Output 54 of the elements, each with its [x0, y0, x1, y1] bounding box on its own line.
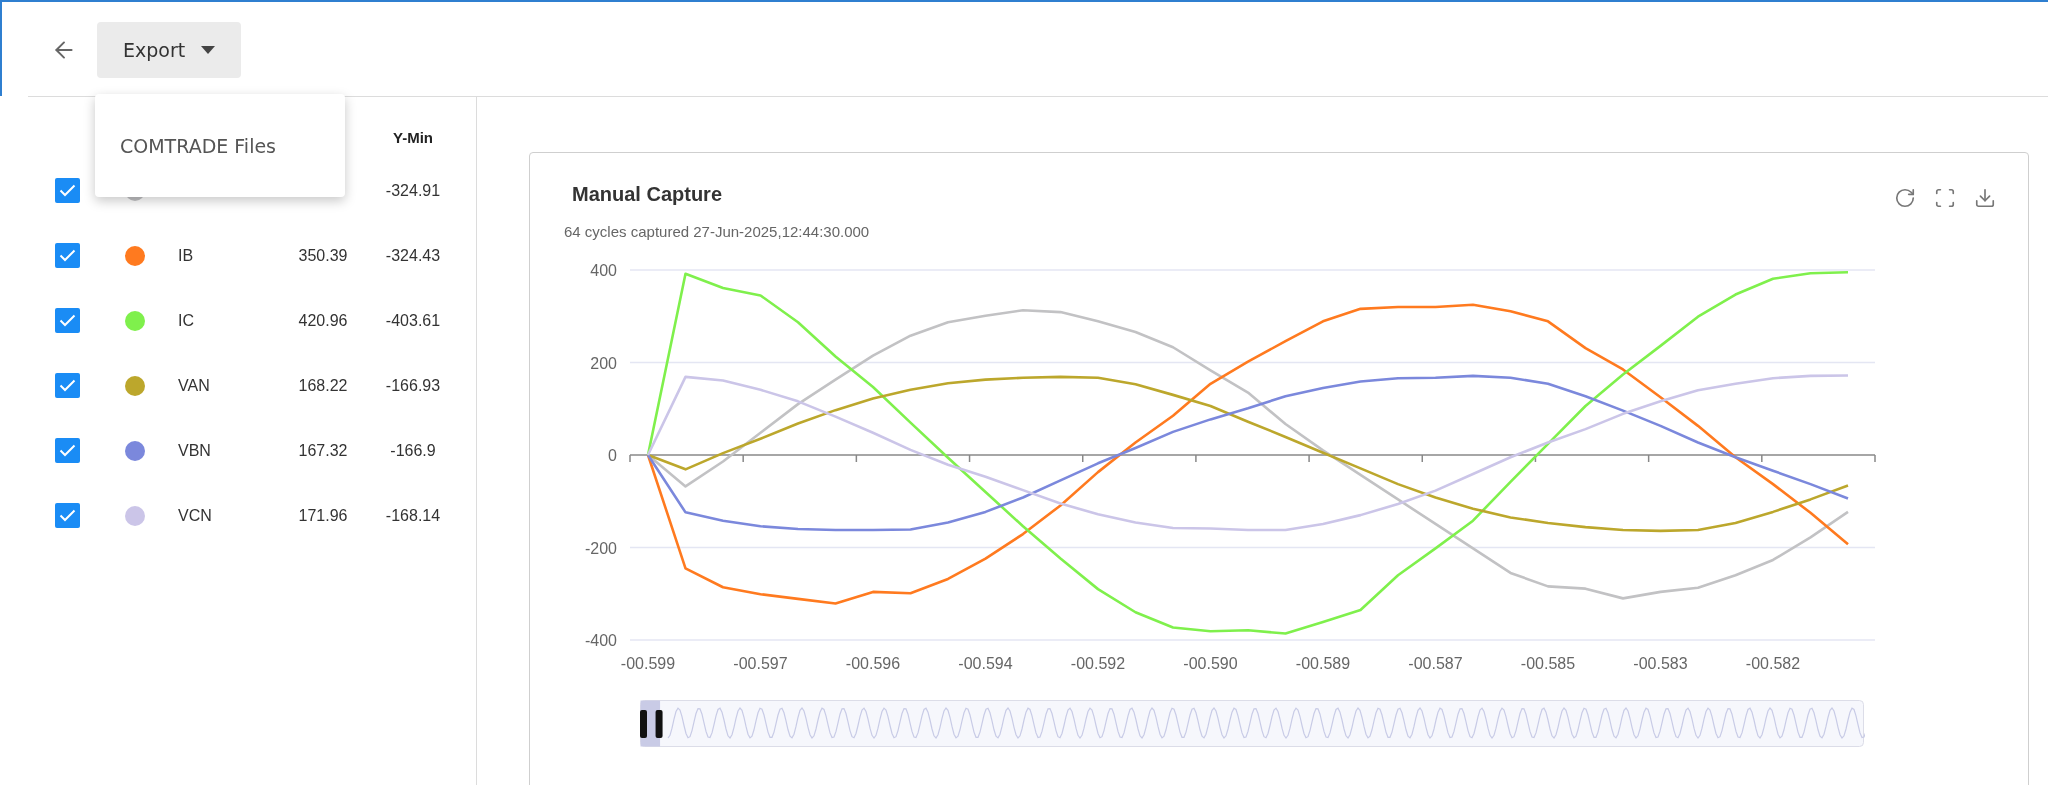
y-min-value: -166.9: [390, 441, 436, 460]
check-icon: [59, 249, 76, 262]
caret-icon: [201, 46, 216, 54]
channel-name: VBN: [178, 441, 212, 460]
reset-icon[interactable]: [1894, 187, 1916, 209]
x-tick-label: -00.594: [958, 655, 1013, 672]
y-min-value: -403.61: [385, 311, 441, 330]
channel-checkbox[interactable]: [55, 243, 80, 268]
x-tick-label: -00.596: [845, 655, 901, 672]
check-icon: [59, 379, 76, 392]
y-max-value: 350.39: [298, 246, 348, 265]
y-min-value: -166.93: [385, 376, 441, 395]
x-tick-label: -00.587: [1408, 655, 1463, 672]
y-min-value: -324.91: [385, 181, 441, 200]
column-header: Y-Min: [393, 128, 433, 146]
x-tick-label: -00.597: [733, 655, 788, 672]
y-tick-label: -200: [584, 539, 617, 557]
channel-name: VAN: [178, 376, 211, 395]
fullscreen-icon[interactable]: [1934, 187, 1956, 209]
x-tick-label: -00.585: [1520, 655, 1576, 672]
chart-subtitle: 64 cycles captured 27-Jun-2025,12:44:30.000: [564, 222, 870, 242]
y-max-value: 171.96: [298, 506, 348, 525]
y-max-value: 420.96: [298, 311, 348, 330]
channel-checkbox[interactable]: [55, 308, 80, 333]
chart-title: Manual Capture: [572, 182, 724, 207]
x-tick-label: -00.582: [1745, 655, 1801, 672]
x-tick-label: -00.589: [1295, 655, 1351, 672]
check-icon: [59, 509, 76, 522]
y-tick-label: 200: [590, 354, 617, 372]
channel-checkbox[interactable]: [55, 373, 80, 398]
channel-checkbox[interactable]: [55, 438, 80, 463]
menu-item[interactable]: COMTRADE Files: [95, 125, 345, 166]
y-max-value: 168.22: [298, 376, 348, 395]
channel-name: IC: [178, 311, 195, 330]
y-max-value: 167.32: [298, 441, 348, 460]
channel-name: VCN: [178, 506, 213, 525]
channel-checkbox[interactable]: [55, 178, 80, 203]
y-tick-label: -400: [584, 632, 617, 649]
slider-handle[interactable]: [640, 710, 663, 738]
x-tick-label: -00.583: [1633, 655, 1688, 672]
channel-name: IB: [178, 246, 195, 265]
x-tick-label: -00.592: [1070, 655, 1126, 672]
y-tick-label: 0: [608, 447, 617, 464]
download-icon[interactable]: [1974, 187, 1996, 209]
check-icon: [59, 184, 76, 197]
channel-checkbox[interactable]: [55, 503, 80, 528]
x-tick-label: -00.599: [620, 655, 676, 672]
y-tick-label: 400: [590, 262, 617, 279]
check-icon: [59, 444, 76, 457]
y-min-value: -324.43: [385, 246, 441, 265]
check-icon: [59, 314, 76, 327]
x-tick-label: -00.590: [1183, 655, 1238, 672]
export-button[interactable]: Export: [97, 22, 242, 78]
y-min-value: -168.14: [385, 506, 441, 525]
